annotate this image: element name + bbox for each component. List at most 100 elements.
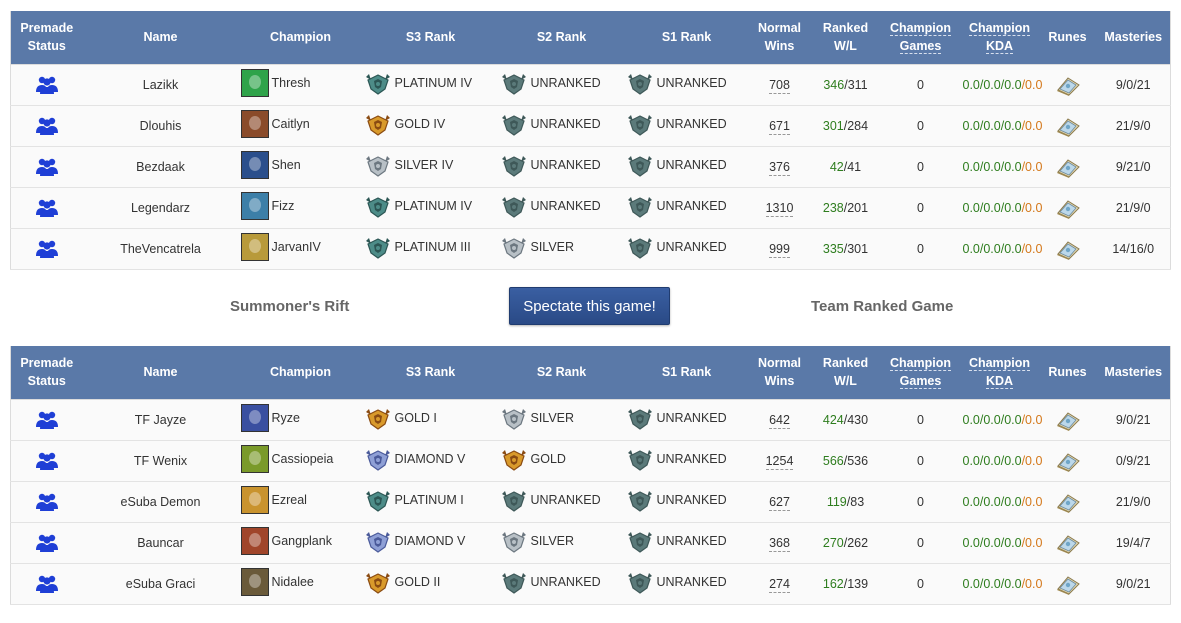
summoner-name[interactable]: eSuba Graci — [82, 563, 239, 605]
champion-name[interactable]: Caitlyn — [272, 117, 310, 131]
s3-rank: PLATINUM IV — [362, 63, 499, 106]
champion-name[interactable]: Fizz — [272, 199, 295, 213]
champion-name[interactable]: Gangplank — [272, 534, 332, 548]
gold-rank-emblem-icon — [365, 115, 390, 136]
unranked-rank-emblem-icon — [627, 197, 652, 218]
rune-book-icon[interactable] — [1055, 156, 1081, 178]
premade-group-icon — [35, 493, 58, 511]
gold-rank-emblem-icon — [501, 450, 526, 471]
team-2-table: Premade Status Name Champion S3 Rank S2 R… — [10, 346, 1171, 605]
normal-wins-value[interactable]: 708 — [769, 77, 790, 94]
s3-rank: PLATINUM III — [362, 228, 499, 270]
s3-rank-label: GOLD IV — [394, 117, 446, 131]
champion-cell: Caitlyn — [238, 105, 363, 147]
premade-status — [10, 440, 83, 482]
platinum-rank-emblem-icon — [365, 197, 390, 218]
runes-cell[interactable] — [1038, 563, 1097, 605]
header-champion: Champion — [238, 346, 363, 399]
champion-name[interactable]: Thresh — [272, 76, 311, 90]
masteries[interactable]: 9/0/21 — [1096, 563, 1171, 605]
normal-wins-value[interactable]: 274 — [769, 576, 790, 593]
summoner-name[interactable]: Dlouhis — [82, 105, 239, 147]
runes-cell[interactable] — [1038, 146, 1097, 188]
champion-name[interactable]: Nidalee — [272, 575, 314, 589]
header-masteries: Masteries — [1096, 346, 1171, 399]
platinum-rank-emblem-icon — [365, 491, 390, 512]
masteries[interactable]: 21/9/0 — [1096, 481, 1171, 523]
summoner-name[interactable]: Bauncar — [82, 522, 239, 564]
s1-rank: UNRANKED — [624, 522, 749, 564]
ranked-wins: 566 — [822, 453, 844, 468]
normal-wins-value[interactable]: 1254 — [765, 453, 794, 470]
spectate-button[interactable]: Spectate this game! — [509, 287, 670, 325]
summoner-name[interactable]: TF Wenix — [82, 440, 239, 482]
normal-wins-value[interactable]: 671 — [769, 118, 790, 135]
runes-cell[interactable] — [1038, 63, 1097, 106]
runes-cell[interactable] — [1038, 187, 1097, 229]
ranked-wins: 424 — [822, 412, 844, 427]
summoner-name[interactable]: eSuba Demon — [82, 481, 239, 523]
masteries[interactable]: 9/0/21 — [1096, 63, 1171, 106]
runes-cell[interactable] — [1038, 522, 1097, 564]
masteries[interactable]: 9/0/21 — [1096, 398, 1171, 441]
masteries[interactable]: 9/21/0 — [1096, 146, 1171, 188]
normal-wins-value[interactable]: 1310 — [765, 200, 794, 217]
masteries[interactable]: 0/9/21 — [1096, 440, 1171, 482]
header-name: Name — [82, 11, 239, 64]
player-row: Legendarz Fizz PLATINUM IV UNRANKED UNRA… — [10, 187, 1171, 229]
s1-rank-label: UNRANKED — [656, 199, 727, 213]
normal-wins-value[interactable]: 376 — [769, 159, 790, 176]
masteries[interactable]: 21/9/0 — [1096, 187, 1171, 229]
normal-wins-value[interactable]: 999 — [769, 241, 790, 258]
normal-wins-value[interactable]: 627 — [769, 494, 790, 511]
champion-name[interactable]: Cassiopeia — [272, 452, 334, 466]
s3-rank: PLATINUM I — [362, 481, 499, 523]
masteries[interactable]: 21/9/0 — [1096, 105, 1171, 147]
rune-book-icon[interactable] — [1055, 532, 1081, 554]
champion-name[interactable]: JarvanIV — [272, 240, 321, 254]
masteries[interactable]: 19/4/7 — [1096, 522, 1171, 564]
runes-cell[interactable] — [1038, 398, 1097, 441]
rune-book-icon[interactable] — [1055, 450, 1081, 472]
s1-rank: UNRANKED — [624, 398, 749, 441]
s1-rank-label: UNRANKED — [656, 158, 727, 172]
rune-book-icon[interactable] — [1055, 573, 1081, 595]
summoner-name[interactable]: TheVencatrela — [82, 228, 239, 270]
platinum-rank-emblem-icon — [365, 238, 390, 259]
ranked-losses: /139 — [843, 576, 869, 591]
champion-portrait-icon — [240, 110, 269, 138]
champion-name[interactable]: Shen — [272, 158, 301, 172]
rune-book-icon[interactable] — [1055, 491, 1081, 513]
runes-cell[interactable] — [1038, 481, 1097, 523]
summoner-name[interactable]: Bezdaak — [82, 146, 239, 188]
header-masteries: Masteries — [1096, 11, 1171, 64]
runes-cell[interactable] — [1038, 440, 1097, 482]
rune-book-icon[interactable] — [1055, 238, 1081, 260]
rune-book-icon[interactable] — [1055, 197, 1081, 219]
masteries[interactable]: 14/16/0 — [1096, 228, 1171, 270]
champion-name[interactable]: Ryze — [272, 411, 300, 425]
header-runes: Runes — [1038, 346, 1097, 399]
header-champion-games[interactable]: Champion Games — [880, 11, 961, 64]
summoner-name[interactable]: Lazikk — [82, 63, 239, 106]
player-row: Dlouhis Caitlyn GOLD IV UNRANKED UNRANKE… — [10, 105, 1171, 147]
header-champion-kda[interactable]: Champion KDA — [960, 346, 1039, 399]
header-champion-kda[interactable]: Champion KDA — [960, 11, 1039, 64]
kda-main: 0.0/0.0/0.0 — [962, 412, 1022, 427]
rune-book-icon[interactable] — [1055, 115, 1081, 137]
rune-book-icon[interactable] — [1055, 74, 1081, 96]
runes-cell[interactable] — [1038, 228, 1097, 270]
normal-wins-value[interactable]: 642 — [769, 412, 790, 429]
champion-name[interactable]: Ezreal — [272, 493, 307, 507]
summoner-name[interactable]: Legendarz — [82, 187, 239, 229]
normal-wins-value[interactable]: 368 — [769, 535, 790, 552]
silver-rank-emblem-icon — [501, 238, 526, 259]
header-champion-games[interactable]: Champion Games — [880, 346, 961, 399]
rune-book-icon[interactable] — [1055, 409, 1081, 431]
summoner-name[interactable]: TF Jayze — [82, 398, 239, 441]
kda-main: 0.0/0.0/0.0 — [962, 453, 1022, 468]
gold-rank-emblem-icon — [365, 409, 390, 430]
runes-cell[interactable] — [1038, 105, 1097, 147]
player-row: eSuba Demon Ezreal PLATINUM I UNRANKED U… — [10, 481, 1171, 523]
s3-rank-label: GOLD I — [394, 411, 437, 425]
